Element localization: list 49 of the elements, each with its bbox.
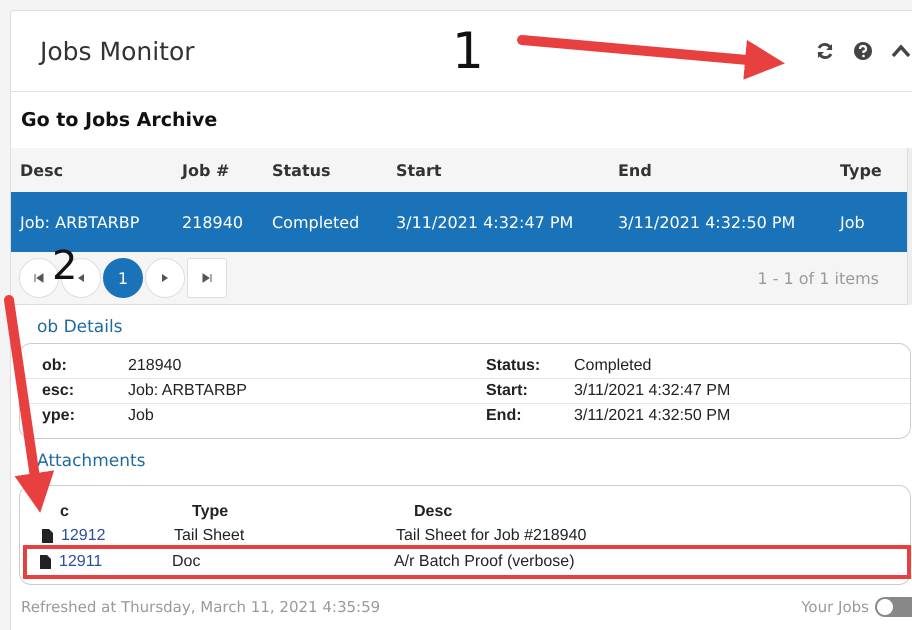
section-title: Attachments	[36, 450, 147, 473]
previous-icon	[76, 273, 86, 283]
field-value: Completed	[574, 357, 652, 375]
column-header: Type	[192, 503, 230, 521]
table-cell-text: Doc	[172, 553, 202, 571]
section-title: ob Details	[36, 316, 124, 339]
annotation-number: 1	[452, 26, 484, 76]
column-header: c	[59, 503, 70, 521]
field-label: Status:	[486, 357, 542, 375]
pager-summary: 1 - 1 of 1 items	[757, 268, 879, 288]
attachment-row[interactable]: 12912 Tail Sheet Tail Sheet for Job #218940	[20, 524, 910, 548]
toggle-label: Your Jobs	[801, 598, 869, 616]
page-button[interactable]: 1	[103, 258, 143, 298]
column-header[interactable]: Status	[272, 160, 396, 180]
table-cell-text: A/r Batch Proof (verbose)	[394, 553, 576, 571]
field-label: ype:	[42, 407, 76, 425]
document-icon	[42, 529, 53, 543]
column-header[interactable]: Job #	[182, 160, 272, 180]
column-header[interactable]: Start	[396, 160, 618, 180]
column-header[interactable]: Type	[840, 160, 890, 180]
first-page-icon	[34, 273, 44, 283]
doc-link[interactable]: 12912	[61, 527, 106, 545]
field-value: Job: ARBTARBP	[128, 382, 248, 400]
collapse-icon[interactable]	[891, 44, 911, 58]
refresh-icon[interactable]	[815, 41, 835, 61]
column-header[interactable]: End	[618, 160, 840, 180]
field-label: End:	[486, 407, 523, 425]
last-page-icon	[202, 273, 212, 283]
last-page-button[interactable]	[187, 258, 227, 298]
column-header: Desc	[414, 503, 454, 521]
field-label: esc:	[42, 382, 76, 400]
archive-link[interactable]: Go to Jobs Archive	[21, 109, 218, 131]
next-icon	[160, 273, 170, 283]
doc-link[interactable]: 12911	[59, 553, 102, 571]
field-value: Job	[128, 407, 155, 425]
field-value: 218940	[128, 357, 182, 375]
field-label: Start:	[486, 382, 529, 400]
help-icon[interactable]	[853, 41, 873, 61]
refresh-status: Refreshed at Thursday, March 11, 2021 4:35:59	[21, 598, 380, 616]
table-cell-text: Tail Sheet for Job #218940	[396, 527, 588, 545]
attachment-row[interactable]: 12911 Doc A/r Batch Proof (verbose)	[26, 548, 908, 576]
field-label: ob:	[42, 357, 68, 375]
panel-title: Jobs Monitor	[40, 36, 195, 66]
column-header[interactable]: Desc	[20, 160, 182, 180]
table-cell-text: Tail Sheet	[174, 527, 246, 545]
toggle-switch[interactable]	[875, 597, 912, 617]
field-value: 3/11/2021 4:32:47 PM	[574, 382, 730, 400]
field-value: 3/11/2021 4:32:50 PM	[574, 407, 730, 425]
document-icon	[40, 555, 51, 569]
